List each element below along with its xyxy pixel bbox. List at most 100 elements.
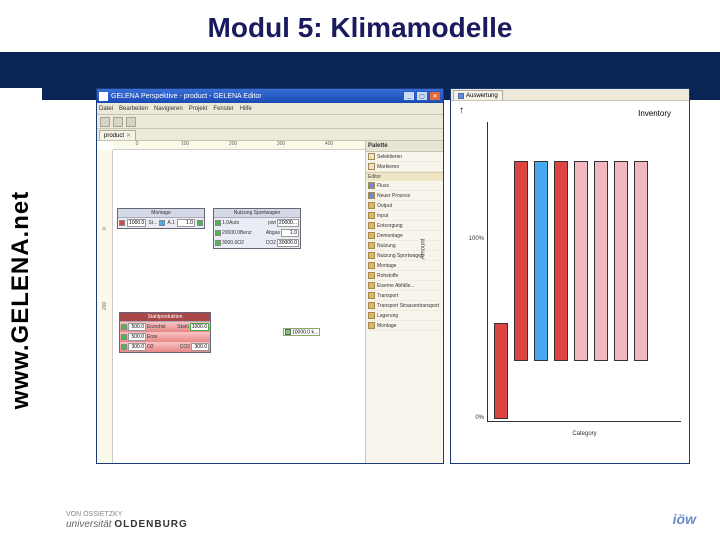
menu-window[interactable]: Fenster: [213, 106, 233, 112]
minimize-button[interactable]: _: [403, 91, 415, 101]
tab-auswertung[interactable]: Auswertung: [453, 90, 503, 100]
port-label: A.1: [167, 220, 175, 226]
node-nutzung[interactable]: Nutzung Sportwagen 1.0Autopwt20000... 20…: [213, 208, 301, 249]
folder-label: Eiserne Abfälle...: [377, 283, 415, 289]
palette-label: Input: [377, 213, 388, 219]
palette-title: Palette: [366, 141, 443, 152]
close-icon[interactable]: ✕: [126, 132, 131, 139]
toolbar: [97, 115, 443, 129]
port-label: Erzrohst: [147, 324, 166, 330]
port-icon[interactable]: [159, 220, 165, 226]
folder-icon: [368, 272, 375, 279]
palette-item-output[interactable]: Output: [366, 201, 443, 211]
palette-folder[interactable]: Transport: [366, 291, 443, 301]
folder-icon: [368, 262, 375, 269]
value-field[interactable]: 1000.0: [127, 219, 146, 227]
port-icon[interactable]: [215, 230, 221, 236]
palette-label: Fluss: [377, 183, 389, 189]
palette-select[interactable]: Selektieren: [366, 152, 443, 162]
folder-icon: [368, 232, 375, 239]
value-field[interactable]: 500.0: [128, 333, 146, 341]
palette-folder[interactable]: Montage: [366, 261, 443, 271]
folder-icon: [368, 292, 375, 299]
port-icon[interactable]: [197, 220, 203, 226]
port-label: 1.0Auto: [222, 220, 239, 226]
palette-item-prozess[interactable]: Neuer Prozess: [366, 191, 443, 201]
ruler-tick: 200: [102, 230, 108, 310]
tab-label: product: [104, 133, 124, 139]
folder-icon: [368, 302, 375, 309]
palette-folder[interactable]: Lagerung: [366, 311, 443, 321]
palette-item-input[interactable]: Input: [366, 211, 443, 221]
port-icon[interactable]: [121, 344, 127, 350]
node-stahlproduktion[interactable]: Stahlproduktion 500.0ErzrohstStahl1000.0…: [119, 312, 211, 353]
value-field[interactable]: 1000.0: [190, 323, 209, 331]
port-icon[interactable]: [215, 220, 221, 226]
palette-folder[interactable]: Rohstoffe: [366, 271, 443, 281]
port-icon[interactable]: [121, 334, 127, 340]
port-icon[interactable]: [215, 240, 221, 246]
folder-icon: [368, 312, 375, 319]
menu-edit[interactable]: Bearbeiten: [119, 106, 148, 112]
palette-folder[interactable]: Transport Strassentransport: [366, 301, 443, 311]
folder-label: Demontage: [377, 233, 403, 239]
palette-marquee[interactable]: Markieren: [366, 162, 443, 172]
palette-folder[interactable]: Montage: [366, 321, 443, 331]
menu-help[interactable]: Hilfe: [240, 106, 252, 112]
folder-label: Transport: [377, 293, 398, 299]
y-tick: 100%: [462, 236, 484, 242]
palette-item-fluss[interactable]: Fluss: [366, 181, 443, 191]
close-button[interactable]: ✕: [429, 91, 441, 101]
port-label: St...: [148, 220, 157, 226]
bar: [554, 161, 568, 360]
maximize-button[interactable]: ▢: [416, 91, 428, 101]
value-field[interactable]: 300.0: [128, 343, 146, 351]
university-logo: VON OSSIETZKY universität OLDENBURG: [66, 508, 188, 530]
node-montage[interactable]: Montage 1000.0 St... A.1 1.0: [117, 208, 205, 229]
ruler-tick: 300: [257, 141, 305, 149]
folder-icon: [368, 222, 375, 229]
value-field[interactable]: 30000.0: [277, 239, 299, 247]
folder-label: Montage: [377, 263, 396, 269]
port-label: pwt: [268, 220, 276, 226]
chart-panel: Auswertung ↑ Inventory Amount 100% 0% Ca…: [450, 88, 690, 464]
diagram-area[interactable]: Montage 1000.0 St... A.1 1.0 Nutzung Spo…: [113, 150, 365, 463]
ruler-tick: 100: [161, 141, 209, 149]
palette-folder[interactable]: Demontage: [366, 231, 443, 241]
x-axis-label: Category: [488, 431, 681, 437]
palette-folder[interactable]: Nutzung: [366, 241, 443, 251]
value-field[interactable]: 500.0: [128, 323, 146, 331]
toolbar-icon[interactable]: [113, 117, 123, 127]
folder-label: Nutzung Sportwagen: [377, 253, 424, 259]
port-icon[interactable]: [119, 220, 125, 226]
toolbar-icon[interactable]: [126, 117, 136, 127]
value-field[interactable]: 1.0: [177, 219, 195, 227]
process-icon: [368, 192, 375, 199]
node-title: Montage: [118, 209, 204, 218]
menu-file[interactable]: Datei: [99, 106, 113, 112]
port-icon[interactable]: [121, 324, 127, 330]
folder-label: Entsorgung: [377, 223, 403, 229]
value-field[interactable]: 300.0: [191, 343, 209, 351]
palette-folder[interactable]: Eiserne Abfälle...: [366, 281, 443, 291]
tab-label: Auswertung: [466, 93, 498, 99]
menu-project[interactable]: Projekt: [189, 106, 208, 112]
folder-label: Transport Strassentransport: [377, 303, 439, 309]
palette-folder[interactable]: Entsorgung: [366, 221, 443, 231]
titlebar[interactable]: GELENA Perspektive - product - GELENA Ed…: [97, 89, 443, 103]
diagram-canvas[interactable]: 0 100 200 300 400 0 200 Montage 1000.0 S…: [97, 141, 365, 463]
folder-icon: [368, 322, 375, 329]
value-field[interactable]: 20000...: [277, 219, 299, 227]
palette-folder[interactable]: Nutzung Sportwagen: [366, 251, 443, 261]
tab-product[interactable]: product ✕: [99, 130, 136, 140]
toolbar-icon[interactable]: [100, 117, 110, 127]
ruler-tick: 200: [209, 141, 257, 149]
y-tick: 0%: [462, 415, 484, 421]
value-field[interactable]: 1.0: [281, 229, 299, 237]
chart-area: 100% 0% Category: [487, 122, 681, 422]
chart-body: ↑ Inventory Amount 100% 0% Category: [451, 101, 689, 463]
port-label: Abgas: [266, 230, 280, 236]
chart-tabs: Auswertung: [451, 89, 689, 101]
menu-navigate[interactable]: Navigieren: [154, 106, 183, 112]
external-value[interactable]: 10000.0 k...: [283, 328, 320, 336]
